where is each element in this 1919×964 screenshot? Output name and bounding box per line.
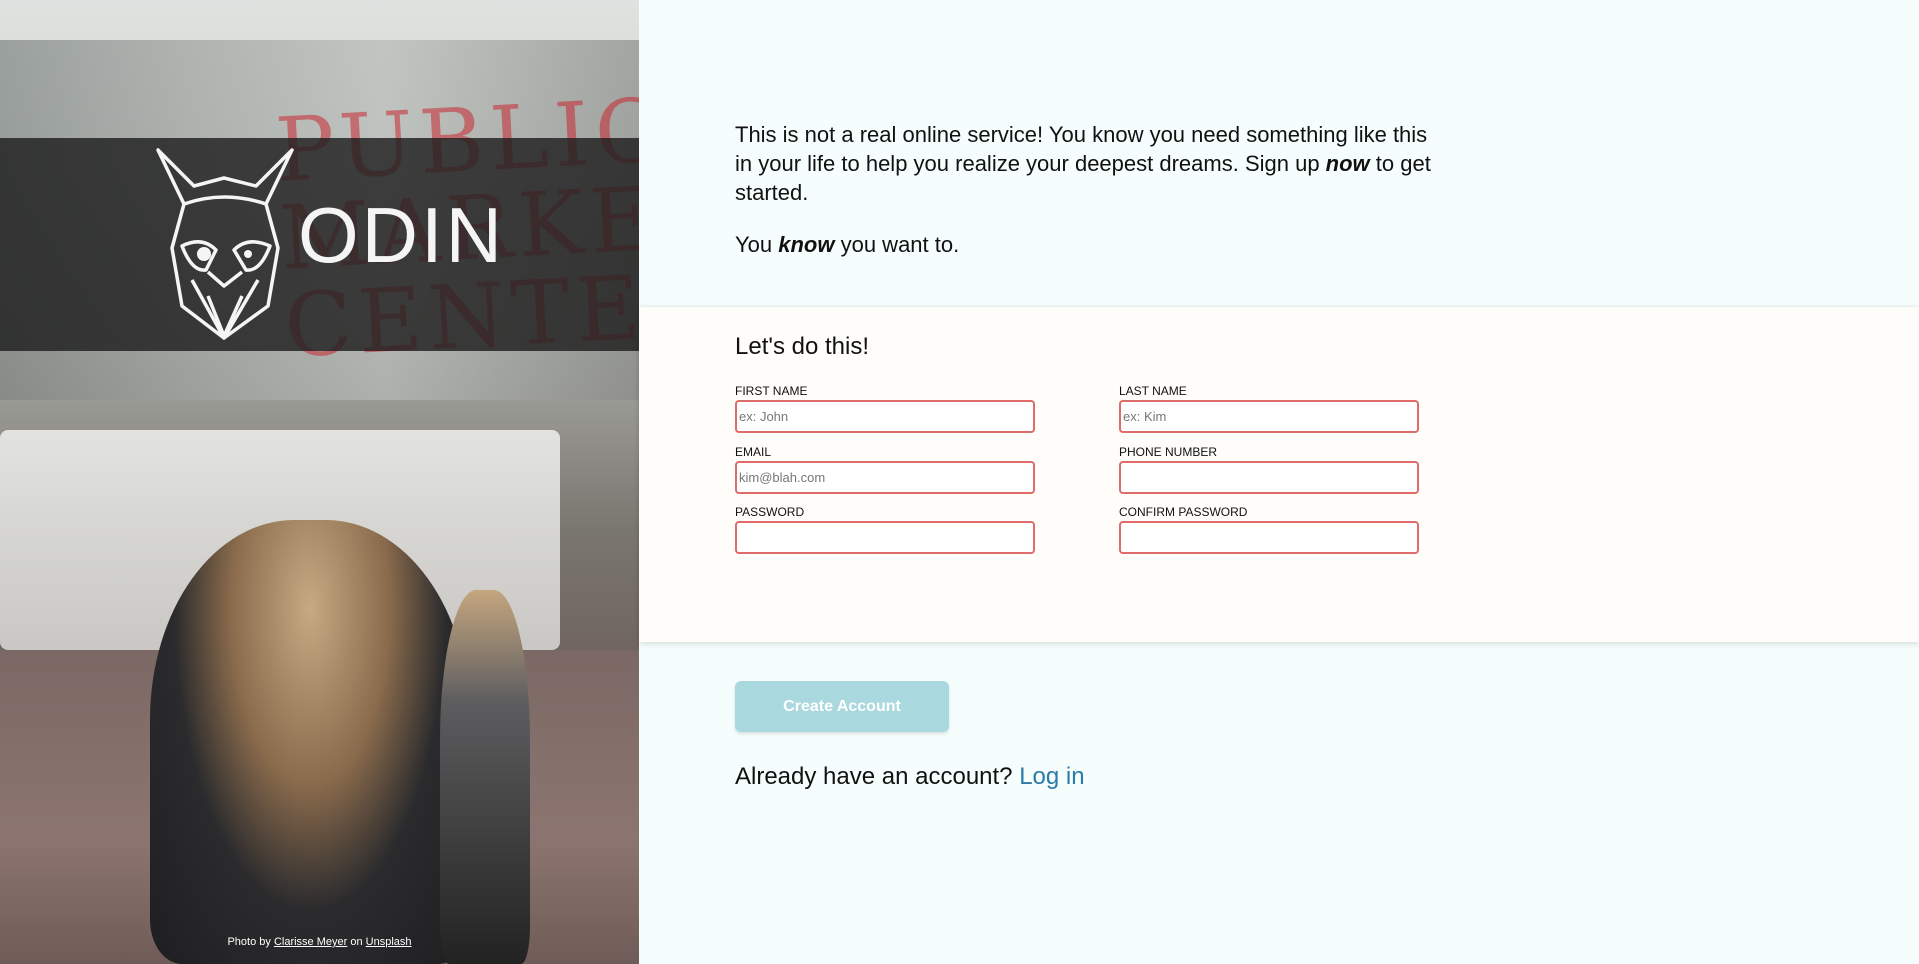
first-name-input[interactable]	[735, 400, 1035, 433]
password-input[interactable]	[735, 521, 1035, 554]
hero-image: PUBLICMARKETCENTER ODIN Photo by Clariss…	[0, 0, 639, 964]
intro-paragraph-2: You know you want to.	[735, 230, 1435, 259]
odin-logo-icon	[156, 148, 294, 340]
login-prompt: Already have an account? Log in	[735, 763, 1085, 791]
confirm-password-input[interactable]	[1119, 521, 1419, 554]
intro-text-2b: you want to.	[834, 232, 960, 257]
photo-credit: Photo by Clarisse Meyer on Unsplash	[0, 936, 639, 948]
first-name-field-group: FIRST NAME	[735, 384, 1035, 433]
photographer-link[interactable]: Clarisse Meyer	[274, 936, 347, 948]
first-name-label: FIRST NAME	[735, 384, 808, 398]
signup-form: Let's do this! FIRST NAME LAST NAME EMAI…	[639, 307, 1919, 642]
confirm-password-label: CONFIRM PASSWORD	[1119, 505, 1248, 519]
email-label: EMAIL	[735, 445, 772, 459]
email-field-group: EMAIL	[735, 445, 1035, 494]
intro-emphasis-now: now	[1325, 151, 1370, 176]
form-title: Let's do this!	[735, 333, 869, 360]
login-prompt-text: Already have an account?	[735, 763, 1013, 790]
email-input[interactable]	[735, 461, 1035, 494]
hero-person	[150, 520, 470, 964]
intro-emphasis-know: know	[778, 232, 835, 257]
last-name-field-group: LAST NAME	[1119, 384, 1419, 433]
intro-paragraph-1: This is not a real online service! You k…	[735, 120, 1435, 207]
credit-on: on	[350, 936, 363, 948]
password-label: PASSWORD	[735, 505, 805, 519]
intro-text-2a: You	[735, 232, 779, 257]
last-name-label: LAST NAME	[1119, 384, 1187, 398]
intro-text: This is not a real online service! You k…	[735, 120, 1435, 259]
unsplash-link[interactable]: Unsplash	[366, 936, 412, 948]
phone-field-group: PHONE NUMBER	[1119, 445, 1419, 494]
phone-label: PHONE NUMBER	[1119, 445, 1218, 459]
confirm-password-field-group: CONFIRM PASSWORD	[1119, 505, 1419, 554]
brand-name: ODIN	[298, 191, 505, 279]
intro-text-1a: This is not a real online service! You k…	[735, 122, 1428, 176]
phone-input[interactable]	[1119, 461, 1419, 494]
hero-person-background	[440, 590, 530, 964]
create-account-button[interactable]: Create Account	[735, 681, 949, 732]
credit-prefix: Photo by	[227, 936, 271, 948]
last-name-input[interactable]	[1119, 400, 1419, 433]
password-field-group: PASSWORD	[735, 505, 1035, 554]
login-link[interactable]: Log in	[1019, 763, 1084, 790]
